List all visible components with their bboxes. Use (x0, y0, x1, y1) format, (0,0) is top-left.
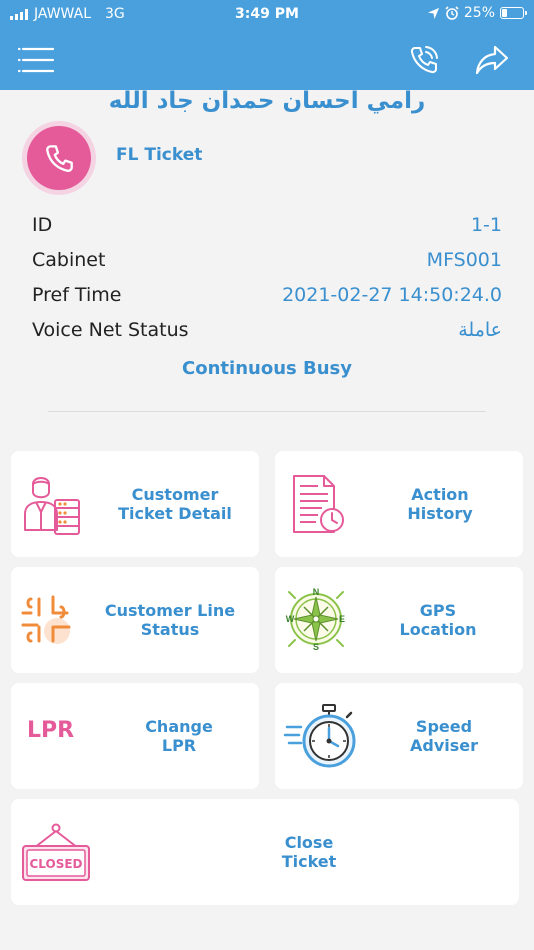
svg-text:LPR: LPR (27, 718, 74, 743)
detail-row-cabinet: Cabinet MFS001 (32, 249, 502, 279)
card-label: Speed Adviser (409, 717, 478, 755)
phone-call-icon (410, 46, 438, 74)
customer-ticket-detail-button[interactable]: Customer Ticket Detail (11, 451, 259, 557)
document-history-icon (293, 475, 344, 533)
customer-with-server-icon (24, 477, 80, 535)
close-ticket-button[interactable]: CLOSED Close Ticket (11, 799, 519, 905)
compass-east-label: E (339, 614, 345, 624)
detail-label: Pref Time (32, 284, 122, 306)
detail-row-voice-net-status: Voice Net Status عاملة (32, 319, 502, 349)
card-label: Close Ticket (281, 833, 337, 871)
detail-value: MFS001 (426, 249, 502, 271)
ticket-type: FL Ticket (116, 145, 203, 165)
detail-label: Cabinet (32, 249, 106, 271)
battery-percent: 25% (463, 5, 495, 21)
card-label: Action History (407, 485, 473, 523)
call-button[interactable] (394, 30, 454, 90)
stopwatch-icon (283, 704, 356, 768)
share-button[interactable] (462, 30, 522, 90)
card-label: Change LPR (145, 717, 213, 755)
compass-south-label: S (313, 642, 319, 652)
speed-adviser-button[interactable]: Speed Adviser (275, 683, 523, 789)
compass-north-label: N (313, 587, 320, 597)
detail-label: Voice Net Status (32, 319, 189, 341)
compass-icon: N S E W (286, 587, 345, 652)
customer-name: رامي احسان حمدان جاد الله (108, 88, 426, 114)
detail-value: 2021-02-27 14:50:24.0 (282, 284, 502, 306)
card-label: GPS Location (399, 601, 477, 639)
customer-line-status-button[interactable]: Customer Line Status (11, 567, 259, 673)
detail-value: 1-1 (470, 214, 502, 236)
change-lpr-button[interactable]: LPR Change LPR (11, 683, 259, 789)
divider (48, 411, 486, 412)
line-status-grid-icon (21, 595, 71, 644)
action-history-button[interactable]: Action History (275, 451, 523, 557)
share-arrow-icon (475, 45, 509, 75)
status-bar: JAWWAL 3G 3:49 PM 25% (0, 0, 534, 30)
line-state: Continuous Busy (182, 358, 352, 379)
card-label: Customer Ticket Detail (118, 485, 232, 523)
detail-value: عاملة (458, 319, 502, 341)
gps-location-button[interactable]: N S E W GPS Location (275, 567, 523, 673)
top-nav-bar (0, 30, 534, 90)
detail-row-id: ID 1-1 (32, 214, 502, 244)
ticket-avatar (22, 121, 96, 195)
detail-row-pref-time: Pref Time 2021-02-27 14:50:24.0 (32, 284, 502, 314)
lpr-text-icon: LPR (27, 718, 74, 743)
compass-west-label: W (286, 614, 295, 624)
battery-icon (500, 7, 527, 19)
phone-icon (46, 145, 73, 172)
location-arrow-icon (427, 7, 439, 19)
menu-icon (17, 47, 55, 73)
alarm-icon (445, 6, 459, 20)
card-label: Customer Line Status (104, 601, 236, 639)
menu-button[interactable] (6, 30, 66, 90)
detail-label: ID (32, 214, 53, 236)
